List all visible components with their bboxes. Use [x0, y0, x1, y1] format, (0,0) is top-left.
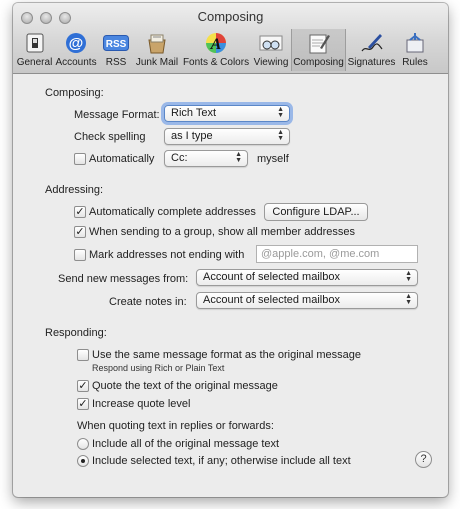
group-addresses-checkbox[interactable]: ✓ — [74, 226, 86, 238]
signature-pen-icon — [359, 31, 385, 55]
auto-cc-popup[interactable]: Cc: ▲ ▼ — [164, 150, 248, 167]
tab-label: Rules — [402, 57, 428, 68]
send-from-popup[interactable]: Account of selected mailbox ▲ ▼ — [196, 269, 418, 286]
same-format-checkbox[interactable] — [77, 349, 89, 361]
tab-accounts[interactable]: @ Accounts — [53, 29, 99, 71]
svg-text:RSS: RSS — [106, 39, 127, 50]
tab-label: General — [16, 57, 53, 68]
addressing-heading: Addressing: — [45, 184, 104, 196]
include-selected-radio[interactable] — [77, 455, 89, 467]
myself-label: myself — [257, 153, 289, 165]
mark-addresses-field[interactable]: @apple.com, @me.com — [256, 245, 418, 263]
group-addresses-label: When sending to a group, show all member… — [89, 226, 355, 238]
check-spelling-label: Check spelling — [74, 131, 146, 143]
check-spelling-popup[interactable]: as I type ▲ ▼ — [164, 128, 290, 145]
glasses-icon — [258, 31, 284, 55]
rss-icon: RSS — [103, 31, 129, 55]
configure-ldap-button[interactable]: Configure LDAP... — [264, 203, 368, 221]
quote-text-label: Quote the text of the original message — [92, 380, 278, 392]
create-notes-value: Account of selected mailbox — [203, 294, 340, 306]
same-format-label: Use the same message format as the origi… — [92, 349, 362, 361]
message-format-popup[interactable]: Rich Text ▲ ▼ — [164, 105, 290, 122]
popup-arrows-icon: ▲ ▼ — [235, 151, 242, 164]
preferences-toolbar: General @ Accounts RSS RSS Junk Mail A F… — [16, 29, 433, 71]
message-format-value: Rich Text — [171, 107, 217, 119]
tab-label: Composing — [293, 57, 344, 68]
tab-fonts-colors[interactable]: A Fonts & Colors — [181, 29, 251, 71]
send-from-label: Send new messages from: — [58, 273, 189, 285]
tab-viewing[interactable]: Viewing — [251, 29, 291, 71]
automatically-label: Automatically — [89, 153, 155, 165]
auto-cc-value: Cc: — [171, 152, 188, 164]
mark-addresses-checkbox[interactable] — [74, 249, 86, 261]
fonts-colors-icon: A — [203, 31, 229, 55]
create-notes-label: Create notes in: — [109, 296, 187, 308]
tab-composing[interactable]: Composing — [291, 29, 346, 71]
svg-text:@: @ — [69, 35, 84, 52]
tab-rss[interactable]: RSS RSS — [99, 29, 133, 71]
same-format-note: Respond using Rich or Plain Text — [92, 363, 225, 373]
create-notes-popup[interactable]: Account of selected mailbox ▲ ▼ — [196, 292, 418, 309]
tab-rules[interactable]: Rules — [397, 29, 433, 71]
tab-label: Signatures — [347, 57, 396, 68]
popup-arrows-icon: ▲ ▼ — [405, 270, 412, 283]
include-selected-label: Include selected text, if any; otherwise… — [92, 455, 351, 467]
popup-arrows-icon: ▲ ▼ — [277, 129, 284, 142]
tab-signatures[interactable]: Signatures — [346, 29, 397, 71]
check-spelling-value: as I type — [171, 130, 213, 142]
tab-label: RSS — [105, 57, 127, 68]
tab-label: Accounts — [55, 57, 97, 68]
preferences-window: Composing General @ Accounts RSS RSS Jun… — [13, 3, 448, 497]
general-switch-icon — [22, 31, 48, 55]
tab-label: Fonts & Colors — [182, 57, 250, 68]
message-format-label: Message Format: — [74, 109, 160, 121]
help-button[interactable]: ? — [415, 451, 432, 468]
tab-label: Junk Mail — [135, 57, 179, 68]
include-all-radio[interactable] — [77, 438, 89, 450]
increase-quote-label: Increase quote level — [92, 398, 191, 410]
popup-arrows-icon: ▲ ▼ — [405, 293, 412, 306]
window-titlebar: Composing General @ Accounts RSS RSS Jun… — [13, 3, 448, 74]
at-sign-icon: @ — [63, 31, 89, 55]
increase-quote-checkbox[interactable]: ✓ — [77, 398, 89, 410]
svg-text:A: A — [210, 36, 222, 53]
when-quoting-label: When quoting text in replies or forwards… — [77, 420, 274, 432]
junk-mail-icon — [144, 31, 170, 55]
auto-complete-checkbox[interactable]: ✓ — [74, 206, 86, 218]
tab-label: Viewing — [253, 57, 289, 68]
rules-icon — [402, 31, 428, 55]
composing-icon — [306, 31, 332, 55]
include-all-label: Include all of the original message text — [92, 438, 280, 450]
window-title: Composing — [197, 9, 264, 24]
mark-addresses-label: Mark addresses not ending with — [89, 249, 245, 261]
send-from-value: Account of selected mailbox — [203, 271, 340, 283]
responding-heading: Responding: — [45, 327, 107, 339]
tab-general[interactable]: General — [16, 29, 53, 71]
automatically-checkbox[interactable] — [74, 153, 86, 165]
composing-heading: Composing: — [45, 87, 104, 99]
tab-junk-mail[interactable]: Junk Mail — [133, 29, 181, 71]
popup-arrows-icon: ▲ ▼ — [277, 106, 284, 119]
auto-complete-label: Automatically complete addresses — [89, 206, 256, 218]
quote-text-checkbox[interactable]: ✓ — [77, 380, 89, 392]
